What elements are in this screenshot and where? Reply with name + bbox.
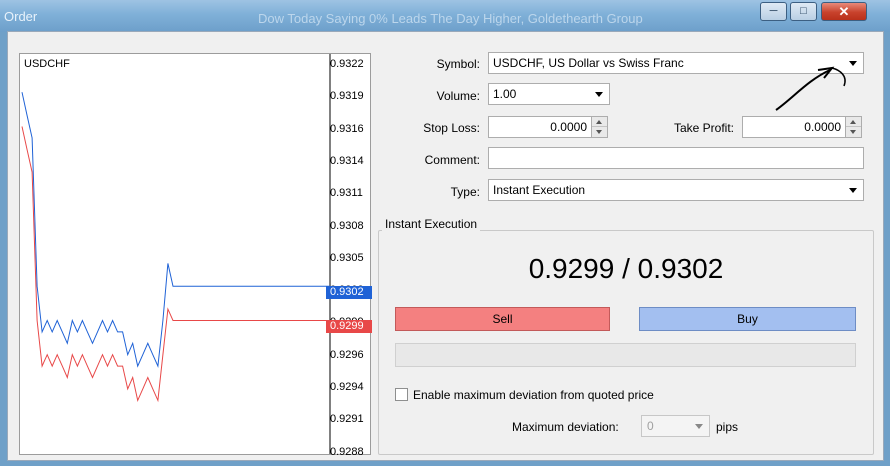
comment-label: Comment: <box>424 153 480 167</box>
stop-loss-label: Stop Loss: <box>423 121 480 135</box>
y-tick-label: 0.9314 <box>330 154 364 167</box>
symbol-label: Symbol: <box>436 57 480 71</box>
close-icon[interactable]: ✕ <box>821 2 867 21</box>
type-label: Type: <box>450 185 480 199</box>
status-bar <box>395 343 856 367</box>
chevron-down-icon[interactable] <box>695 424 703 429</box>
chevron-down-icon[interactable] <box>595 92 603 97</box>
chevron-down-icon[interactable] <box>849 188 857 193</box>
tick-chart: USDCHF 0.9322 0.9319 0.9316 0.9314 0.9311 0.9… <box>19 53 372 458</box>
y-tick-label: 0.9322 <box>330 58 364 70</box>
y-tick-label: 0.9294 <box>330 381 364 393</box>
window-title: Order <box>4 9 38 24</box>
y-tick-label: 0.9319 <box>330 90 364 103</box>
stop-loss-input[interactable]: 0.0000 <box>488 116 592 138</box>
ask-price-tag: 0.9302 <box>326 286 372 299</box>
y-tick-label: 0.9305 <box>330 251 364 264</box>
max-deviation-label: Maximum deviation: <box>512 420 619 434</box>
max-deviation-select[interactable]: 0 <box>641 415 710 437</box>
take-profit-stepper[interactable] <box>845 116 862 138</box>
max-deviation-checkbox-label[interactable]: Enable maximum deviation from quoted pri… <box>413 388 654 402</box>
instant-execution-title: Instant Execution <box>382 217 481 231</box>
price-quote: 0.9299 / 0.9302 <box>528 253 724 284</box>
bid-price-tag: 0.9299 <box>326 320 372 333</box>
stepper-up-icon[interactable] <box>846 117 861 127</box>
max-deviation-checkbox[interactable] <box>395 388 408 401</box>
stepper-down-icon[interactable] <box>846 127 861 137</box>
symbol-select-value: USDCHF, US Dollar vs Swiss Franc <box>493 56 684 70</box>
volume-select[interactable]: 1.00 <box>488 83 610 105</box>
title-bar[interactable]: Order Dow Today Saying 0% Leads The Day … <box>0 0 890 32</box>
y-tick-label: 0.9316 <box>330 122 364 135</box>
max-deviation-value: 0 <box>647 419 654 433</box>
stop-loss-stepper[interactable] <box>591 116 608 138</box>
volume-select-value: 1.00 <box>493 87 517 101</box>
chart-symbol-label: USDCHF <box>24 58 70 70</box>
pips-label: pips <box>716 420 739 434</box>
type-select-value: Instant Execution <box>493 183 586 197</box>
tick-chart-svg <box>21 54 331 454</box>
type-select[interactable]: Instant Execution <box>488 179 864 201</box>
stepper-up-icon[interactable] <box>592 117 607 127</box>
y-tick-label: 0.9311 <box>330 187 363 200</box>
buy-button[interactable]: Buy <box>639 307 856 331</box>
background-window-text: Dow Today Saying 0% Leads The Day Higher… <box>258 11 643 26</box>
take-profit-label: Take Profit: <box>673 121 734 135</box>
stepper-down-icon[interactable] <box>592 127 607 137</box>
series-line-ask <box>21 92 178 368</box>
take-profit-input[interactable]: 0.0000 <box>742 116 846 138</box>
maximize-icon[interactable]: □ <box>790 2 817 21</box>
comment-input[interactable] <box>488 147 864 169</box>
volume-label: Volume: <box>436 89 480 103</box>
y-tick-label: 0.9288 <box>330 445 364 458</box>
y-tick-label: 0.9308 <box>330 219 364 232</box>
order-dialog: USDCHF 0.9322 0.9319 0.9316 0.9314 0.9311 0.9… <box>7 31 884 461</box>
arrow-annotation-icon <box>775 66 846 111</box>
minimize-icon[interactable]: ─ <box>760 2 787 21</box>
sell-button[interactable]: Sell <box>395 307 610 331</box>
y-tick-label: 0.9296 <box>330 348 364 361</box>
y-tick-label: 0.9291 <box>330 413 364 426</box>
